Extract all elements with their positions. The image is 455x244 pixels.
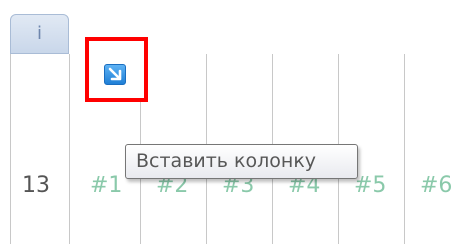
- grid-line: [10, 54, 11, 244]
- info-tab-label: i: [36, 23, 42, 44]
- row-number: 13: [22, 173, 50, 198]
- insert-column-button[interactable]: [85, 37, 148, 102]
- column-label-6[interactable]: #6: [420, 173, 452, 198]
- column-label-1[interactable]: #1: [90, 173, 122, 198]
- grid-line: [404, 54, 405, 244]
- arrow-down-right-icon[interactable]: [104, 64, 126, 85]
- insert-column-tooltip: Вставить колонку: [125, 144, 358, 179]
- tooltip-text: Вставить колонку: [136, 150, 317, 172]
- info-tab[interactable]: i: [10, 14, 69, 54]
- grid-line: [69, 54, 70, 244]
- column-label-5[interactable]: #5: [354, 173, 386, 198]
